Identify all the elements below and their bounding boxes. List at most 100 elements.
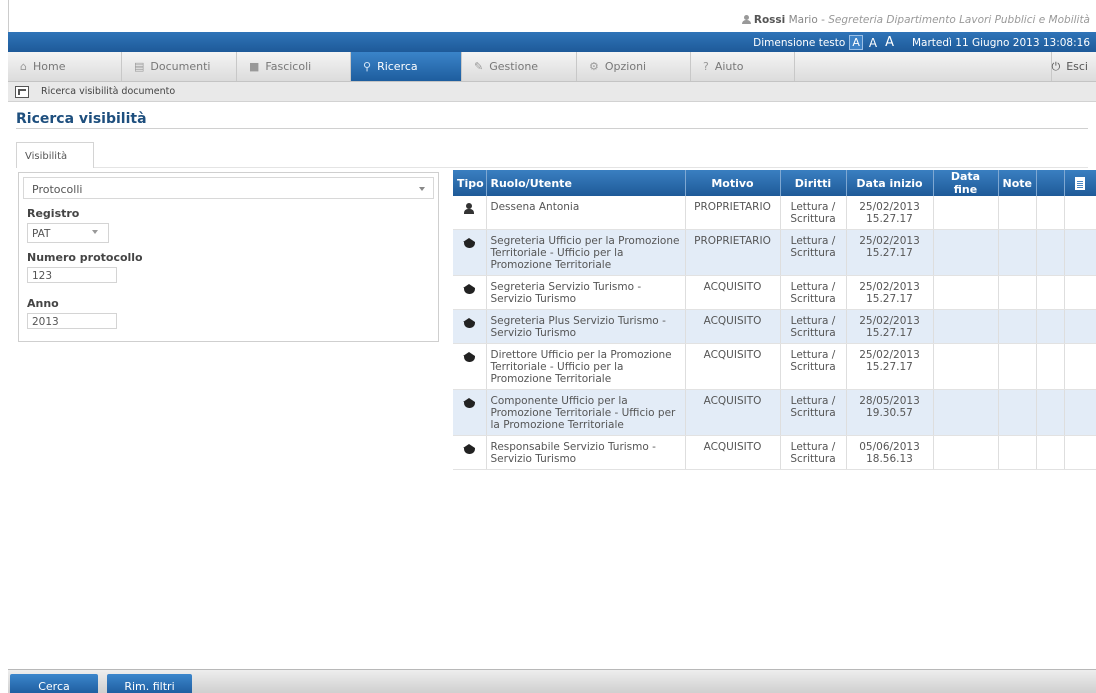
visibility-table: Tipo Ruolo/Utente Motivo Diritti Data in… — [453, 170, 1096, 470]
cell-diritti: Lettura / Scrittura — [780, 343, 847, 390]
cell-data-inizio: 25/02/2013 15.27.17 — [846, 229, 934, 276]
cell-note — [998, 275, 1037, 310]
current-datetime: Martedì 11 Giugno 2013 13:08:16 — [911, 36, 1090, 49]
chevron-down-icon — [92, 230, 98, 234]
cell-export — [1064, 389, 1096, 436]
table-row[interactable]: Dessena Antonia PROPRIETARIO Lettura / Scr… — [453, 196, 1096, 230]
cell-empty — [1036, 196, 1065, 230]
user-info: Rossi Mario - Segreteria Dipartimento La… — [741, 14, 1090, 26]
col-ruolo-utente[interactable]: Ruolo/Utente — [486, 170, 686, 196]
cell-note — [998, 229, 1037, 276]
text-size-medium-button[interactable]: A — [867, 36, 879, 50]
tab-ricerca[interactable]: ⚲ Ricerca — [351, 52, 462, 81]
numero-protocollo-input[interactable]: 123 — [27, 267, 117, 283]
document-type-value: Protocolli — [32, 183, 83, 196]
info-bar: Dimensione testo A A A Martedì 11 Giugno… — [8, 32, 1096, 52]
col-export[interactable] — [1064, 170, 1096, 196]
cell-data-fine — [933, 275, 999, 310]
cell-note — [998, 389, 1037, 436]
text-size-large-button[interactable]: A — [883, 35, 896, 50]
documents-icon: ▤ — [134, 60, 145, 73]
tab-documenti[interactable]: ▤ Documenti — [122, 52, 237, 81]
cell-data-inizio: 05/06/2013 18.56.13 — [846, 435, 934, 470]
cell-motivo: ACQUISITO — [685, 389, 781, 436]
cell-empty — [1036, 309, 1065, 344]
cell-data-inizio: 25/02/2013 15.27.17 — [846, 196, 934, 230]
document-type-select[interactable]: Protocolli — [23, 177, 434, 199]
cell-export — [1064, 229, 1096, 276]
table-row[interactable]: Segreteria Plus Servizio Turismo - Servi… — [453, 309, 1096, 344]
anno-label: Anno — [27, 297, 59, 310]
cell-empty — [1036, 275, 1065, 310]
clear-filters-button[interactable]: Rim. filtri — [107, 674, 192, 693]
tab-aiuto[interactable]: ? Aiuto — [691, 52, 795, 81]
text-size-small-button[interactable]: A — [849, 35, 863, 50]
anno-input[interactable]: 2013 — [27, 313, 117, 329]
cell-tipo — [453, 435, 487, 470]
subtab-divider — [94, 167, 1088, 168]
back-icon[interactable] — [15, 85, 29, 98]
folder-icon: ■ — [249, 60, 260, 73]
left-border — [8, 0, 9, 32]
exit-button[interactable]: ⏻ Esci — [1052, 52, 1096, 81]
search-button[interactable]: Cerca — [10, 674, 98, 693]
tab-home[interactable]: ⌂ Home — [8, 52, 122, 81]
role-icon — [462, 397, 476, 408]
cell-note — [998, 309, 1037, 344]
numero-protocollo-label: Numero protocollo — [27, 251, 143, 264]
table-row[interactable]: Segreteria Servizio Turismo - Servizio T… — [453, 275, 1096, 310]
col-motivo[interactable]: Motivo — [685, 170, 781, 196]
tab-label: Gestione — [489, 60, 539, 73]
tab-label: Home — [32, 60, 66, 73]
nav-spacer — [795, 52, 1052, 81]
document-icon[interactable] — [1075, 176, 1085, 190]
action-bar: Cerca Rim. filtri — [8, 669, 1096, 693]
breadcrumb-text: Ricerca visibilità documento — [41, 86, 176, 97]
tab-label: Ricerca — [377, 60, 418, 73]
power-icon: ⏻ — [1051, 59, 1061, 73]
page-title: Ricerca visibilità — [16, 111, 147, 127]
col-tipo[interactable]: Tipo — [453, 170, 487, 196]
cell-tipo — [453, 275, 487, 310]
col-diritti[interactable]: Diritti — [780, 170, 847, 196]
cell-data-fine — [933, 343, 999, 390]
cell-ruolo-utente: Segreteria Servizio Turismo - Servizio T… — [486, 275, 686, 310]
cell-ruolo-utente: Componente Ufficio per la Promozione Ter… — [486, 389, 686, 436]
chevron-down-icon — [419, 187, 425, 191]
help-icon: ? — [703, 60, 709, 73]
cell-data-fine — [933, 389, 999, 436]
registro-select[interactable]: PAT — [27, 223, 109, 243]
cell-motivo: ACQUISITO — [685, 275, 781, 310]
table-row[interactable]: Segreteria Ufficio per la Promozione Ter… — [453, 229, 1096, 276]
col-note[interactable]: Note — [998, 170, 1037, 196]
cell-data-inizio: 25/02/2013 15.27.17 — [846, 275, 934, 310]
registro-label: Registro — [27, 207, 80, 220]
tab-opzioni[interactable]: ⚙ Opzioni — [577, 52, 691, 81]
col-data-inizio[interactable]: Data inizio — [846, 170, 934, 196]
cell-diritti: Lettura / Scrittura — [780, 229, 847, 276]
cell-export — [1064, 309, 1096, 344]
cell-data-fine — [933, 309, 999, 344]
cell-ruolo-utente: Segreteria Plus Servizio Turismo - Servi… — [486, 309, 686, 344]
pencil-icon: ✎ — [474, 60, 484, 73]
user-office: Segreteria Dipartimento Lavori Pubblici … — [828, 14, 1090, 26]
role-icon — [462, 443, 476, 454]
col-data-fine[interactable]: Data fine — [933, 170, 999, 196]
table-row[interactable]: Responsabile Servizio Turismo - Servizio… — [453, 435, 1096, 470]
cell-diritti: Lettura / Scrittura — [780, 435, 847, 470]
exit-label: Esci — [1066, 60, 1088, 73]
tab-fascicoli[interactable]: ■ Fascicoli — [237, 52, 351, 81]
cell-tipo — [453, 196, 487, 230]
table-row[interactable]: Componente Ufficio per la Promozione Ter… — [453, 389, 1096, 436]
cell-note — [998, 343, 1037, 390]
tab-visibilita[interactable]: Visibilità — [16, 142, 94, 168]
user-icon — [464, 203, 475, 214]
user-surname: Rossi — [753, 14, 786, 26]
cell-motivo: PROPRIETARIO — [685, 229, 781, 276]
tab-gestione[interactable]: ✎ Gestione — [462, 52, 577, 81]
role-icon — [462, 317, 476, 328]
table-row[interactable]: Direttore Ufficio per la Promozione Terr… — [453, 343, 1096, 390]
cell-data-fine — [933, 435, 999, 470]
cell-tipo — [453, 343, 487, 390]
cell-empty — [1036, 343, 1065, 390]
